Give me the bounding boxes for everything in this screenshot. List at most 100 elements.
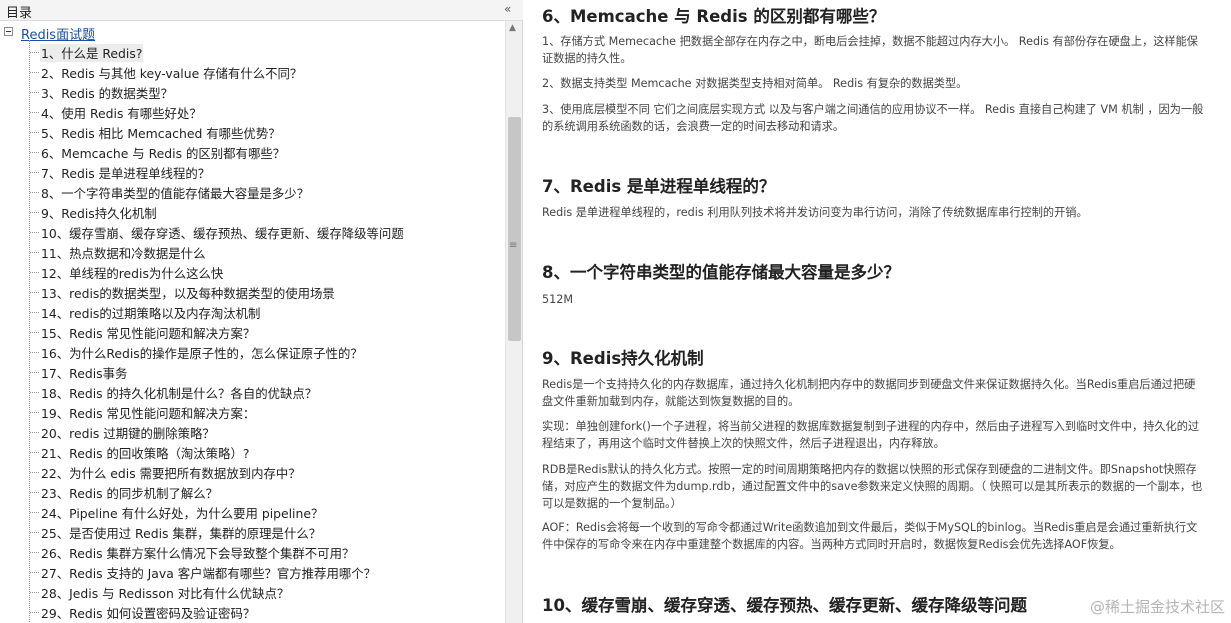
toc-item-label[interactable]: 16、为什么Redis的操作是原子性的，怎么保证原子性的？ bbox=[40, 344, 364, 362]
toc-item-label[interactable]: 8、一个字符串类型的值能存储最大容量是多少？ bbox=[40, 184, 310, 202]
toc-item-label[interactable]: 18、Redis 的持久化机制是什么？各自的优缺点？ bbox=[40, 384, 318, 402]
toc-item-label[interactable]: 20、redis 过期键的删除策略？ bbox=[40, 424, 216, 442]
toc-item[interactable]: 27、Redis 支持的 Java 客户端都有哪些？官方推荐用哪个？ bbox=[0, 562, 505, 582]
toc-item-label[interactable]: 9、Redis持久化机制 bbox=[40, 204, 158, 222]
tree-branch-line bbox=[30, 572, 39, 573]
toc-item-label[interactable]: 12、单线程的redis为什么这么快 bbox=[40, 264, 224, 282]
toc-item-label[interactable]: 26、Redis 集群方案什么情况下会导致整个集群不可用？ bbox=[40, 544, 355, 562]
toc-item-label[interactable]: 6、Memcache 与 Redis 的区别都有哪些？ bbox=[40, 144, 286, 162]
tree-branch-line bbox=[30, 72, 39, 73]
toc-item-label[interactable]: 24、Pipeline 有什么好处，为什么要用 pipeline？ bbox=[40, 504, 324, 522]
tree-branch-line bbox=[30, 172, 39, 173]
toc-item[interactable]: 13、redis的数据类型，以及每种数据类型的使用场景 bbox=[0, 282, 505, 302]
section-9-paragraph-3: RDB是Redis默认的持久化方式。按照一定的时间周期策略把内存的数据以快照的形… bbox=[542, 463, 1203, 510]
tree-branch-line bbox=[30, 312, 39, 313]
toc-item[interactable]: 11、热点数据和冷数据是什么 bbox=[0, 242, 505, 262]
tree-branch-line bbox=[30, 272, 39, 273]
toc-item[interactable]: 14、redis的过期策略以及内存淘汰机制 bbox=[0, 302, 505, 322]
toc-item[interactable]: 4、使用 Redis 有哪些好处？ bbox=[0, 102, 505, 122]
toc-item[interactable]: 8、一个字符串类型的值能存储最大容量是多少？ bbox=[0, 182, 505, 202]
section-9-paragraph-4: AOF：Redis会将每一个收到的写命令都通过Write函数追加到文件最后，类似… bbox=[542, 521, 1198, 551]
tree-branch-line bbox=[30, 592, 39, 593]
toc-item-label[interactable]: 28、Jedis 与 Redisson 对比有什么优缺点？ bbox=[40, 584, 290, 602]
section-heading-7: 7、Redis 是单进程单线程的？ bbox=[542, 177, 776, 196]
tree-branch-line bbox=[30, 392, 39, 393]
toc-scrollbar[interactable]: ▲ ≡ bbox=[505, 21, 522, 623]
toc-tree: Redis面试题 1、什么是 Redis? 2、Redis 与其他 key-val… bbox=[0, 21, 505, 623]
toc-item[interactable]: 9、Redis持久化机制 bbox=[0, 202, 505, 222]
toc-item[interactable]: 6、Memcache 与 Redis 的区别都有哪些？ bbox=[0, 142, 505, 162]
toc-root-link[interactable]: Redis面试题 bbox=[21, 24, 95, 43]
toc-item[interactable]: 26、Redis 集群方案什么情况下会导致整个集群不可用？ bbox=[0, 542, 505, 562]
toc-item-label[interactable]: 5、Redis 相比 Memcached 有哪些优势？ bbox=[40, 124, 282, 142]
toc-item[interactable]: 15、Redis 常见性能问题和解决方案？ bbox=[0, 322, 505, 342]
tree-branch-line bbox=[30, 472, 39, 473]
toc-item-label[interactable]: 23、Redis 的同步机制了解么？ bbox=[40, 484, 219, 502]
tree-collapse-toggle-icon[interactable] bbox=[4, 27, 13, 36]
section-heading-6: 6、Memcache 与 Redis 的区别都有哪些？ bbox=[542, 7, 886, 26]
toc-item[interactable]: 18、Redis 的持久化机制是什么？各自的优缺点？ bbox=[0, 382, 505, 402]
toc-item-label[interactable]: 27、Redis 支持的 Java 客户端都有哪些？官方推荐用哪个？ bbox=[40, 564, 377, 582]
section-7-paragraph-1: Redis 是单进程单线程的，redis 利用队列技术将并发访问变为串行访问，消… bbox=[542, 206, 1088, 219]
tree-branch-line bbox=[30, 152, 39, 153]
tree-branch-line bbox=[30, 292, 39, 293]
toc-item[interactable]: 16、为什么Redis的操作是原子性的，怎么保证原子性的？ bbox=[0, 342, 505, 362]
toc-item-label[interactable]: 4、使用 Redis 有哪些好处？ bbox=[40, 104, 203, 122]
toc-item[interactable]: 21、Redis 的回收策略（淘汰策略）? bbox=[0, 442, 505, 462]
section-heading-10: 10、缓存雪崩、缓存穿透、缓存预热、缓存更新、缓存降级等问题 bbox=[542, 596, 1027, 615]
section-6-paragraph-3: 3、使用底层模型不同 它们之间底层实现方式 以及与客户端之间通信的应用协议不一样… bbox=[542, 103, 1204, 133]
toc-item[interactable]: 19、Redis 常见性能问题和解决方案： bbox=[0, 402, 505, 422]
toc-panel: 目录 « Redis面试题 1、什么是 Redis? 2、Redis 与其他 ke… bbox=[0, 0, 523, 623]
section-6-paragraph-1: 1、存储方式 Memecache 把数据全部存在内存之中，断电后会挂掉，数据不能… bbox=[542, 35, 1198, 65]
toc-title: 目录 bbox=[6, 6, 33, 21]
tree-branch-line bbox=[30, 132, 39, 133]
collapse-panel-icon[interactable]: « bbox=[504, 2, 511, 16]
toc-item-label[interactable]: 22、为什么 edis 需要把所有数据放到内存中？ bbox=[40, 464, 302, 482]
toc-item[interactable]: 2、Redis 与其他 key-value 存储有什么不同？ bbox=[0, 62, 505, 82]
toc-item[interactable]: 17、Redis事务 bbox=[0, 362, 505, 382]
toc-item-label[interactable]: 25、是否使用过 Redis 集群，集群的原理是什么？ bbox=[40, 524, 322, 542]
toc-item-label[interactable]: 13、redis的数据类型，以及每种数据类型的使用场景 bbox=[40, 284, 336, 302]
tree-branch-line bbox=[30, 232, 39, 233]
toc-item[interactable]: 1、什么是 Redis? bbox=[0, 42, 505, 62]
tree-branch-line bbox=[30, 352, 39, 353]
toc-item-label[interactable]: 14、redis的过期策略以及内存淘汰机制 bbox=[40, 304, 261, 322]
toc-item-label[interactable]: 3、Redis 的数据类型？ bbox=[40, 84, 174, 102]
section-heading-8: 8、一个字符串类型的值能存储最大容量是多少？ bbox=[542, 263, 900, 282]
toc-item[interactable]: 28、Jedis 与 Redisson 对比有什么优缺点？ bbox=[0, 582, 505, 602]
toc-item-label[interactable]: 19、Redis 常见性能问题和解决方案： bbox=[40, 404, 256, 422]
tree-branch-line bbox=[30, 432, 39, 433]
tree-branch-line bbox=[30, 212, 39, 213]
toc-item-label[interactable]: 29、Redis 如何设置密码及验证密码？ bbox=[40, 604, 256, 622]
toc-item-label[interactable]: 10、缓存雪崩、缓存穿透、缓存预热、缓存更新、缓存降级等问题 bbox=[40, 224, 405, 242]
tree-branch-line bbox=[30, 52, 39, 53]
toc-item[interactable]: 7、Redis 是单进程单线程的？ bbox=[0, 162, 505, 182]
section-9-paragraph-2: 实现：单独创建fork()一个子进程，将当前父进程的数据库数据复制到子进程的内存… bbox=[542, 420, 1200, 450]
toc-item[interactable]: 5、Redis 相比 Memcached 有哪些优势？ bbox=[0, 122, 505, 142]
document-content: 6、Memcache 与 Redis 的区别都有哪些？ 1、存储方式 Memec… bbox=[524, 0, 1231, 623]
section-9-paragraph-1: Redis是一个支持持久化的内存数据库，通过持久化机制把内存中的数据同步到硬盘文… bbox=[542, 378, 1196, 408]
toc-item-label[interactable]: 11、热点数据和冷数据是什么 bbox=[40, 244, 206, 262]
toc-item-label[interactable]: 1、什么是 Redis? bbox=[40, 44, 144, 62]
scrollbar-thumb[interactable] bbox=[508, 117, 521, 341]
toc-item[interactable]: 3、Redis 的数据类型？ bbox=[0, 82, 505, 102]
tree-branch-line bbox=[30, 612, 39, 613]
toc-item[interactable]: 24、Pipeline 有什么好处，为什么要用 pipeline？ bbox=[0, 502, 505, 522]
toc-item-label[interactable]: 2、Redis 与其他 key-value 存储有什么不同？ bbox=[40, 64, 303, 82]
toc-item[interactable]: 25、是否使用过 Redis 集群，集群的原理是什么？ bbox=[0, 522, 505, 542]
toc-item-label[interactable]: 15、Redis 常见性能问题和解决方案？ bbox=[40, 324, 256, 342]
toc-item[interactable]: 22、为什么 edis 需要把所有数据放到内存中？ bbox=[0, 462, 505, 482]
tree-branch-line bbox=[30, 512, 39, 513]
tree-branch-line bbox=[30, 252, 39, 253]
toc-item-label[interactable]: 17、Redis事务 bbox=[40, 364, 128, 382]
toc-item[interactable]: 10、缓存雪崩、缓存穿透、缓存预热、缓存更新、缓存降级等问题 bbox=[0, 222, 505, 242]
toc-item[interactable]: 12、单线程的redis为什么这么快 bbox=[0, 262, 505, 282]
scroll-up-arrow-icon[interactable]: ▲ bbox=[509, 23, 516, 33]
tree-branch-line bbox=[30, 492, 39, 493]
tree-branch-line bbox=[30, 412, 39, 413]
toc-item[interactable]: 23、Redis 的同步机制了解么？ bbox=[0, 482, 505, 502]
toc-item[interactable]: 29、Redis 如何设置密码及验证密码？ bbox=[0, 602, 505, 622]
toc-item-label[interactable]: 7、Redis 是单进程单线程的？ bbox=[40, 164, 211, 182]
toc-item[interactable]: 20、redis 过期键的删除策略？ bbox=[0, 422, 505, 442]
toc-item-label[interactable]: 21、Redis 的回收策略（淘汰策略）? bbox=[40, 444, 250, 462]
